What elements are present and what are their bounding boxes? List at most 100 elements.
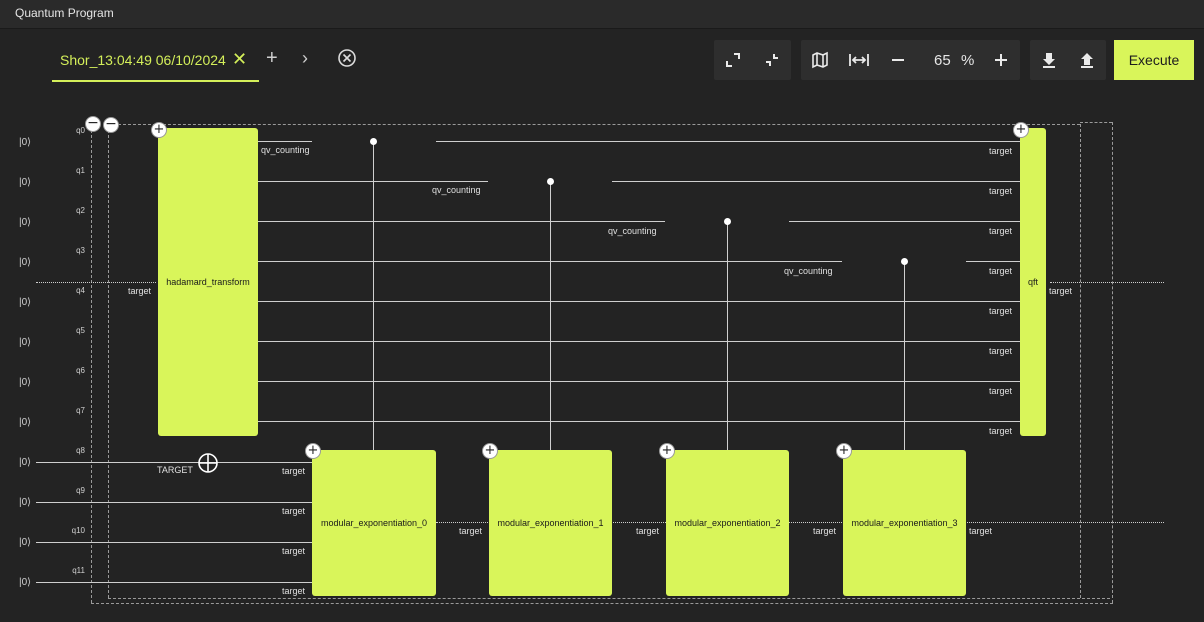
modexp2-in-target: target bbox=[636, 526, 660, 536]
outer-frame-right bbox=[1112, 122, 1113, 603]
ket-q0: |0⟩ bbox=[19, 137, 32, 148]
window-title: Quantum Program bbox=[15, 6, 114, 20]
upload-icon[interactable] bbox=[1068, 40, 1106, 80]
expand-modexp-2-icon[interactable]: + bbox=[659, 443, 675, 459]
modexp0-in-target-1: target bbox=[282, 506, 306, 516]
qv-counting-label-0: qv_counting bbox=[261, 145, 310, 155]
expand-modexp-3-icon[interactable]: + bbox=[836, 443, 852, 459]
zoom-in-icon[interactable] bbox=[982, 40, 1020, 80]
ket-q10: |0⟩ bbox=[19, 537, 32, 548]
close-icon[interactable]: ✕ bbox=[232, 49, 247, 70]
qft-in-target-5: target bbox=[989, 346, 1013, 356]
label-q10: q10 bbox=[71, 526, 85, 535]
qft-in-target-7: target bbox=[989, 426, 1013, 436]
label-q5: q5 bbox=[76, 326, 85, 335]
modexp-gate-1-label: modular_exponentiation_1 bbox=[497, 518, 604, 528]
label-q0: q0 bbox=[76, 126, 85, 135]
qv-counting-label-3: qv_counting bbox=[784, 266, 833, 276]
wire-q0-b bbox=[436, 141, 1020, 142]
hadamard-gate-label: hadamard_transform bbox=[166, 277, 250, 287]
qft-gate-label: qft bbox=[1027, 277, 1038, 287]
modexp-gate-0-label: modular_exponentiation_0 bbox=[320, 518, 428, 528]
add-tab-icon[interactable]: + bbox=[266, 48, 278, 68]
collapse-outer-icon[interactable]: − bbox=[85, 116, 101, 132]
label-q7: q7 bbox=[76, 406, 85, 415]
expand-modexp-0-icon[interactable]: + bbox=[305, 443, 321, 459]
ket-q9: |0⟩ bbox=[19, 497, 32, 508]
target-upper-label: TARGET bbox=[157, 465, 193, 475]
collapse-icon[interactable] bbox=[753, 40, 791, 80]
ket-q6: |0⟩ bbox=[19, 377, 32, 388]
label-q8: q8 bbox=[76, 446, 85, 455]
wire-q11 bbox=[36, 582, 312, 583]
wire-q9 bbox=[36, 502, 312, 503]
qft-target-label: target bbox=[1049, 286, 1073, 296]
download-icon[interactable] bbox=[1030, 40, 1068, 80]
control-dot-1[interactable] bbox=[547, 178, 554, 185]
qv-counting-label-2: qv_counting bbox=[608, 226, 657, 236]
hadamard-target-label: target bbox=[128, 286, 152, 296]
modexp-gate-3-label: modular_exponentiation_3 bbox=[851, 518, 958, 528]
ket-q2: |0⟩ bbox=[19, 217, 32, 228]
wire-q3-b bbox=[966, 261, 1020, 262]
modexp1-in-target: target bbox=[459, 526, 483, 536]
control-dot-0[interactable] bbox=[370, 138, 377, 145]
modexp-gate-1[interactable]: modular_exponentiation_1 bbox=[489, 450, 612, 596]
zoom-level: 65 bbox=[934, 52, 951, 69]
outer-frame-bottom bbox=[91, 603, 1113, 604]
control-line-2 bbox=[727, 222, 728, 450]
map-icon[interactable] bbox=[801, 40, 839, 80]
qft-in-target-2: target bbox=[989, 226, 1013, 236]
ket-q1: |0⟩ bbox=[19, 177, 32, 188]
zoom-out-icon[interactable] bbox=[879, 40, 917, 80]
execute-button[interactable]: Execute bbox=[1114, 40, 1194, 80]
ket-q8: |0⟩ bbox=[19, 457, 32, 468]
control-line-1 bbox=[550, 182, 551, 450]
not-gate-icon[interactable] bbox=[197, 452, 219, 479]
label-q6: q6 bbox=[76, 366, 85, 375]
wire-q2-b bbox=[789, 221, 1020, 222]
modexp0-in-target-2: target bbox=[282, 546, 306, 556]
label-q3: q3 bbox=[76, 246, 85, 255]
outer-frame-left bbox=[91, 120, 92, 603]
file-toolbar bbox=[1030, 40, 1106, 80]
ket-q3: |0⟩ bbox=[19, 257, 32, 268]
divider-counting-left bbox=[36, 282, 156, 283]
modexp-gate-2[interactable]: modular_exponentiation_2 bbox=[666, 450, 789, 596]
wire-q2-a bbox=[258, 221, 665, 222]
qv-counting-label-1: qv_counting bbox=[432, 185, 481, 195]
ket-q4: |0⟩ bbox=[19, 297, 32, 308]
tab-label: Shor_13:04:49 06/10/2024 bbox=[60, 52, 226, 68]
ket-q11: |0⟩ bbox=[19, 577, 32, 588]
chevron-right-icon[interactable]: › bbox=[302, 48, 308, 68]
label-q4: q4 bbox=[76, 286, 85, 295]
expand-qft-icon[interactable]: + bbox=[1013, 122, 1029, 138]
tab-shor[interactable]: Shor_13:04:49 06/10/2024 ✕ bbox=[52, 40, 259, 82]
outer-frame-top bbox=[1080, 122, 1112, 123]
modexp-gate-0[interactable]: modular_exponentiation_0 bbox=[312, 450, 436, 596]
hadamard-transform-gate[interactable]: hadamard_transform bbox=[158, 128, 258, 436]
qft-gate[interactable]: qft bbox=[1020, 128, 1046, 436]
control-line-3 bbox=[904, 262, 905, 450]
expand-icon[interactable] bbox=[714, 40, 752, 80]
ket-q5: |0⟩ bbox=[19, 337, 32, 348]
expand-hadamard-icon[interactable]: + bbox=[151, 122, 167, 138]
cancel-circle-icon[interactable] bbox=[337, 48, 357, 72]
collapse-inner-icon[interactable]: − bbox=[103, 117, 119, 133]
fit-width-icon[interactable] bbox=[840, 40, 878, 80]
control-dot-3[interactable] bbox=[901, 258, 908, 265]
control-dot-2[interactable] bbox=[724, 218, 731, 225]
expand-modexp-1-icon[interactable]: + bbox=[482, 443, 498, 459]
qft-in-target-4: target bbox=[989, 306, 1013, 316]
modexp-gate-3[interactable]: modular_exponentiation_3 bbox=[843, 450, 966, 596]
modexp-gate-2-label: modular_exponentiation_2 bbox=[674, 518, 781, 528]
wire-q1-b bbox=[612, 181, 1020, 182]
modexp0-in-target-3: target bbox=[282, 586, 306, 596]
zoom-unit: % bbox=[961, 52, 975, 69]
qft-in-target-3: target bbox=[989, 266, 1013, 276]
control-line-0 bbox=[373, 142, 374, 450]
modexp3-in-target: target bbox=[813, 526, 837, 536]
ket-q7: |0⟩ bbox=[19, 417, 32, 428]
label-q9: q9 bbox=[76, 486, 85, 495]
label-q11: q11 bbox=[72, 566, 85, 575]
